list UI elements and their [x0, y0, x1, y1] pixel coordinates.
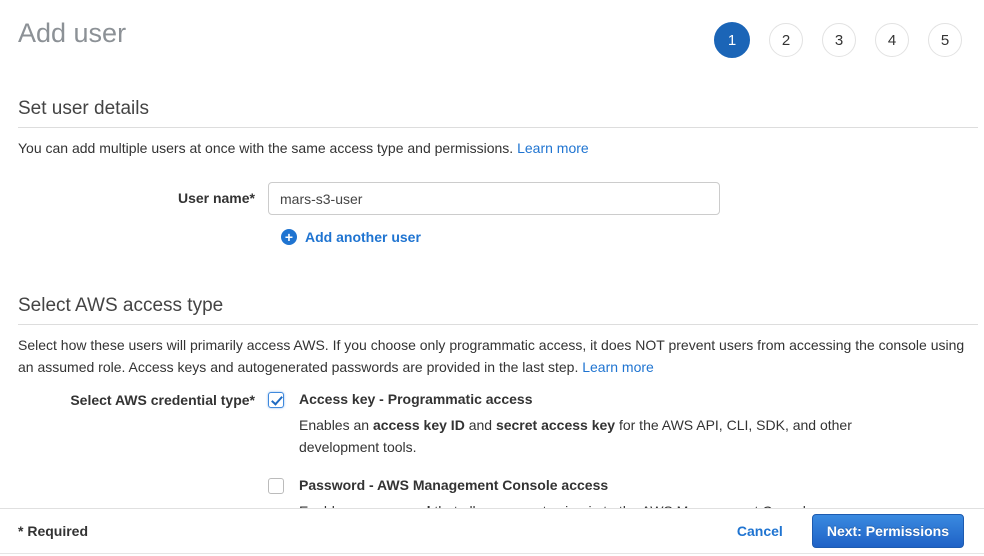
user-details-description: You can add multiple users at once with … — [18, 137, 978, 159]
wizard-steps: 1 2 3 4 5 — [714, 16, 962, 58]
credential-type-row: Select AWS credential type* Access key -… — [18, 391, 978, 522]
username-label: User name* — [18, 182, 268, 215]
next-permissions-button[interactable]: Next: Permissions — [812, 514, 964, 548]
select-access-type-heading: Select AWS access type — [18, 294, 978, 317]
access-key-option-description: Enables an access key ID and secret acce… — [299, 414, 859, 458]
wizard-step-3: 3 — [822, 23, 856, 57]
username-input[interactable] — [268, 182, 720, 215]
plus-circle-icon: + — [281, 229, 297, 245]
set-user-details-heading-wrap: Set user details — [18, 97, 978, 128]
page-header: Add user 1 2 3 4 5 — [0, 0, 984, 58]
access-key-desc-part: and — [465, 417, 496, 433]
set-user-details-heading: Set user details — [18, 97, 978, 120]
access-key-checkbox[interactable] — [268, 392, 284, 408]
cancel-button[interactable]: Cancel — [737, 523, 783, 539]
access-key-option-title: Access key - Programmatic access — [299, 391, 859, 407]
wizard-step-1: 1 — [714, 22, 750, 58]
required-note: * Required — [18, 523, 88, 539]
password-option-title: Password - AWS Management Console access — [299, 477, 818, 493]
add-another-user-link[interactable]: Add another user — [305, 229, 421, 245]
wizard-step-4: 4 — [875, 23, 909, 57]
select-access-type-heading-wrap: Select AWS access type — [18, 294, 978, 325]
password-checkbox[interactable] — [268, 478, 284, 494]
wizard-step-2: 2 — [769, 23, 803, 57]
select-access-type-section: Select AWS access type Select how these … — [0, 294, 984, 522]
access-key-desc-bold: secret access key — [496, 417, 615, 433]
username-row: User name* — [18, 182, 978, 215]
credential-type-label: Select AWS credential type* — [18, 391, 268, 522]
learn-more-link-access-type[interactable]: Learn more — [582, 359, 654, 375]
access-key-option: Access key - Programmatic access Enables… — [268, 391, 859, 458]
credential-options: Access key - Programmatic access Enables… — [268, 391, 859, 522]
user-details-description-text: You can add multiple users at once with … — [18, 140, 517, 156]
access-key-option-body: Access key - Programmatic access Enables… — [299, 391, 859, 458]
set-user-details-section: Set user details You can add multiple us… — [0, 97, 984, 245]
access-type-description: Select how these users will primarily ac… — [18, 334, 978, 378]
wizard-footer: * Required Cancel Next: Permissions — [0, 508, 984, 554]
page-title: Add user — [18, 16, 126, 50]
footer-actions: Cancel Next: Permissions — [737, 514, 964, 548]
access-key-desc-part: Enables an — [299, 417, 373, 433]
learn-more-link-user-details[interactable]: Learn more — [517, 140, 589, 156]
add-another-user-row[interactable]: + Add another user — [281, 229, 978, 245]
access-type-description-text: Select how these users will primarily ac… — [18, 337, 964, 375]
access-key-desc-bold: access key ID — [373, 417, 465, 433]
wizard-step-5: 5 — [928, 23, 962, 57]
